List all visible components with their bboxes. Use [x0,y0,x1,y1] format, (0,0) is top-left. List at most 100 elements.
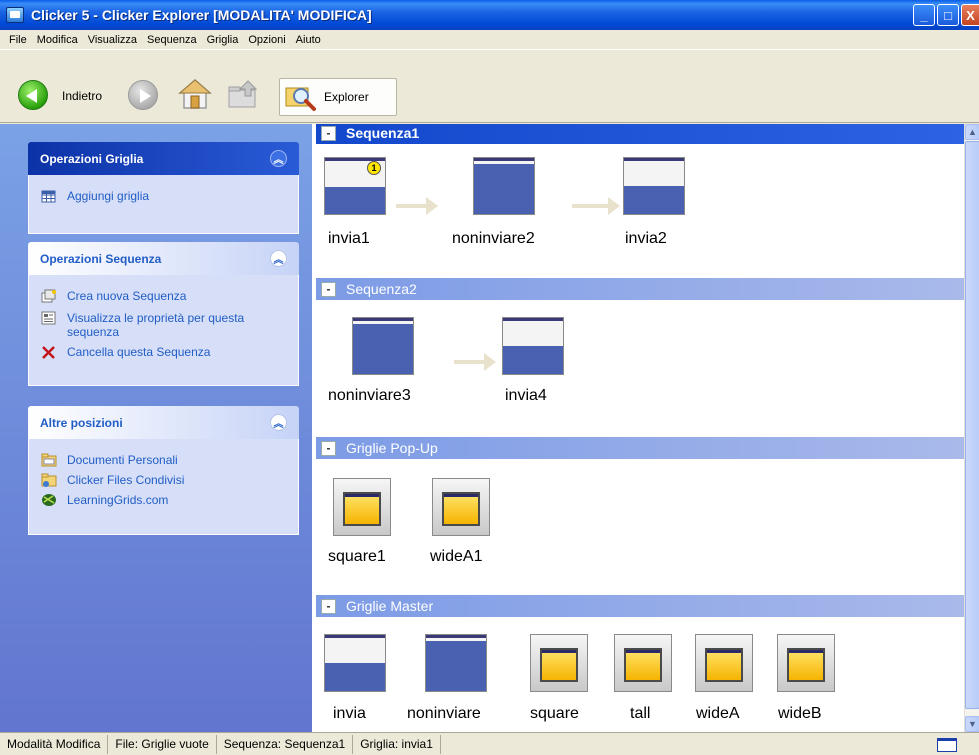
grid-label[interactable]: invia1 [328,230,370,248]
forward-arrow-icon[interactable] [128,80,158,110]
scroll-up-icon[interactable]: ▲ [965,124,979,140]
group-header-master-grids[interactable]: - Griglie Master [316,595,964,617]
menu-griglia[interactable]: Griglia [202,34,244,46]
collapse-icon[interactable]: ︽ [270,150,287,167]
group-header-popup-grids[interactable]: - Griglie Pop-Up [316,437,964,459]
group-title: Griglie Pop-Up [346,440,438,456]
vertical-scrollbar[interactable]: ▲ ▼ [964,124,979,732]
grid-label[interactable]: invia2 [625,230,667,248]
task-view-properties[interactable]: Visualizza le proprietà per questa seque… [41,311,286,339]
menu-modifica[interactable]: Modifica [32,34,83,46]
sequence-arrow-icon [572,197,620,215]
group-title: Griglie Master [346,598,434,614]
app-icon[interactable] [6,7,24,23]
popup-thumbnail-square1[interactable] [333,478,391,536]
status-mode: Modalità Modifica [0,734,109,754]
grid-label[interactable]: tall [630,705,650,723]
task-label: Aggiungi griglia [67,189,150,203]
group-title: Sequenza2 [346,281,417,297]
task-label: LearningGrids.com [67,493,169,507]
minimize-button[interactable]: _ [913,4,935,26]
task-delete-sequence[interactable]: Cancella questa Sequenza [41,345,286,359]
grid-thumbnail-invia2[interactable] [623,157,685,215]
grid-label[interactable]: square [530,705,579,723]
grid-label[interactable]: invia4 [505,387,547,405]
task-label: Documenti Personali [67,453,178,467]
panel-title: Operazioni Sequenza [40,251,162,266]
sequence-arrow-icon [454,353,496,371]
learninggrids-icon [42,494,56,506]
explorer-content: - Sequenza1 1 invia1 noninviare2 invia2 … [312,124,964,732]
grid-thumbnail-noninviare2[interactable] [473,157,535,215]
grid-icon [41,190,56,203]
group-header-sequenza2[interactable]: - Sequenza2 [316,278,964,300]
grid-thumbnail-noninviare3[interactable] [352,317,414,375]
group-title: Sequenza1 [346,125,420,141]
collapse-minus-icon[interactable]: - [321,281,336,297]
panel-sequence-operations: Operazioni Sequenza ︽ Crea nuova Sequenz… [28,242,299,386]
grid-label[interactable]: noninviare [407,705,481,723]
menu-aiuto[interactable]: Aiuto [291,34,326,46]
sequence-arrow-icon [396,197,438,215]
grid-label[interactable]: wideB [778,705,822,723]
task-shared-files[interactable]: Clicker Files Condivisi [41,473,286,487]
collapse-minus-icon[interactable]: - [321,125,336,141]
up-folder-icon[interactable] [226,78,260,110]
popup-thumbnail-widea1[interactable] [432,478,490,536]
status-bar: Modalità Modifica File: Griglie vuote Se… [0,732,979,755]
task-add-grid[interactable]: Aggiungi griglia [41,189,286,203]
task-label: Crea nuova Sequenza [67,289,187,303]
scrollbar-thumb[interactable] [965,141,979,709]
task-label: Visualizza le proprietà per questa seque… [67,311,245,339]
grid-label[interactable]: invia [333,705,366,723]
title-bar[interactable]: Clicker 5 - Clicker Explorer [MODALITA' … [0,0,979,30]
menu-sequenza[interactable]: Sequenza [142,34,202,46]
menu-opzioni[interactable]: Opzioni [243,34,290,46]
task-new-sequence[interactable]: Crea nuova Sequenza [41,289,286,303]
menu-bar: File Modifica Visualizza Sequenza Grigli… [0,30,979,50]
menu-visualizza[interactable]: Visualizza [83,34,142,46]
panel-other-places: Altre posizioni ︽ Documenti Personali Cl… [28,406,299,535]
window-title: Clicker 5 - Clicker Explorer [MODALITA' … [31,7,372,23]
search-folder-icon [285,87,316,111]
panel-header[interactable]: Operazioni Sequenza ︽ [28,242,299,275]
grid-label[interactable]: noninviare3 [328,387,411,405]
task-label: Cancella questa Sequenza [67,345,211,359]
master-thumbnail-noninviare[interactable] [425,634,487,692]
status-sequence: Sequenza: Sequenza1 [217,734,354,754]
master-thumbnail-tall[interactable] [614,634,672,692]
grid-label[interactable]: wideA [696,705,740,723]
panel-grid-operations: Operazioni Griglia ︽ Aggiungi griglia [28,142,299,234]
panel-header[interactable]: Altre posizioni ︽ [28,406,299,439]
task-learninggrids[interactable]: LearningGrids.com [41,493,286,507]
collapse-minus-icon[interactable]: - [321,440,336,456]
master-thumbnail-invia[interactable] [324,634,386,692]
collapse-icon[interactable]: ︽ [270,250,287,267]
task-my-documents[interactable]: Documenti Personali [41,453,286,467]
task-pane: Operazioni Griglia ︽ Aggiungi griglia Op… [0,124,312,732]
grid-thumbnail-invia4[interactable] [502,317,564,375]
scroll-down-icon[interactable]: ▼ [965,716,979,732]
home-icon[interactable] [178,78,212,110]
back-arrow-icon[interactable] [18,80,48,110]
group-header-sequenza1[interactable]: - Sequenza1 [316,124,964,144]
master-thumbnail-widea[interactable] [695,634,753,692]
panel-header[interactable]: Operazioni Griglia ︽ [28,142,299,175]
master-thumbnail-square[interactable] [530,634,588,692]
grid-label[interactable]: noninviare2 [452,230,535,248]
panel-title: Operazioni Griglia [40,151,144,166]
explorer-button[interactable]: Explorer [279,78,397,116]
collapse-minus-icon[interactable]: - [321,598,336,614]
collapse-icon[interactable]: ︽ [270,414,287,431]
menu-file[interactable]: File [4,34,32,46]
back-button-label[interactable]: Indietro [62,89,102,103]
maximize-button[interactable]: □ [937,4,959,26]
grid-label[interactable]: square1 [328,548,386,566]
panel-title: Altre posizioni [40,415,123,430]
new-sequence-icon [41,289,56,303]
window-mode-icon[interactable] [937,738,957,752]
master-thumbnail-wideb[interactable] [777,634,835,692]
grid-label[interactable]: wideA1 [430,548,482,566]
properties-icon [41,311,56,325]
close-button[interactable]: X [961,4,979,26]
